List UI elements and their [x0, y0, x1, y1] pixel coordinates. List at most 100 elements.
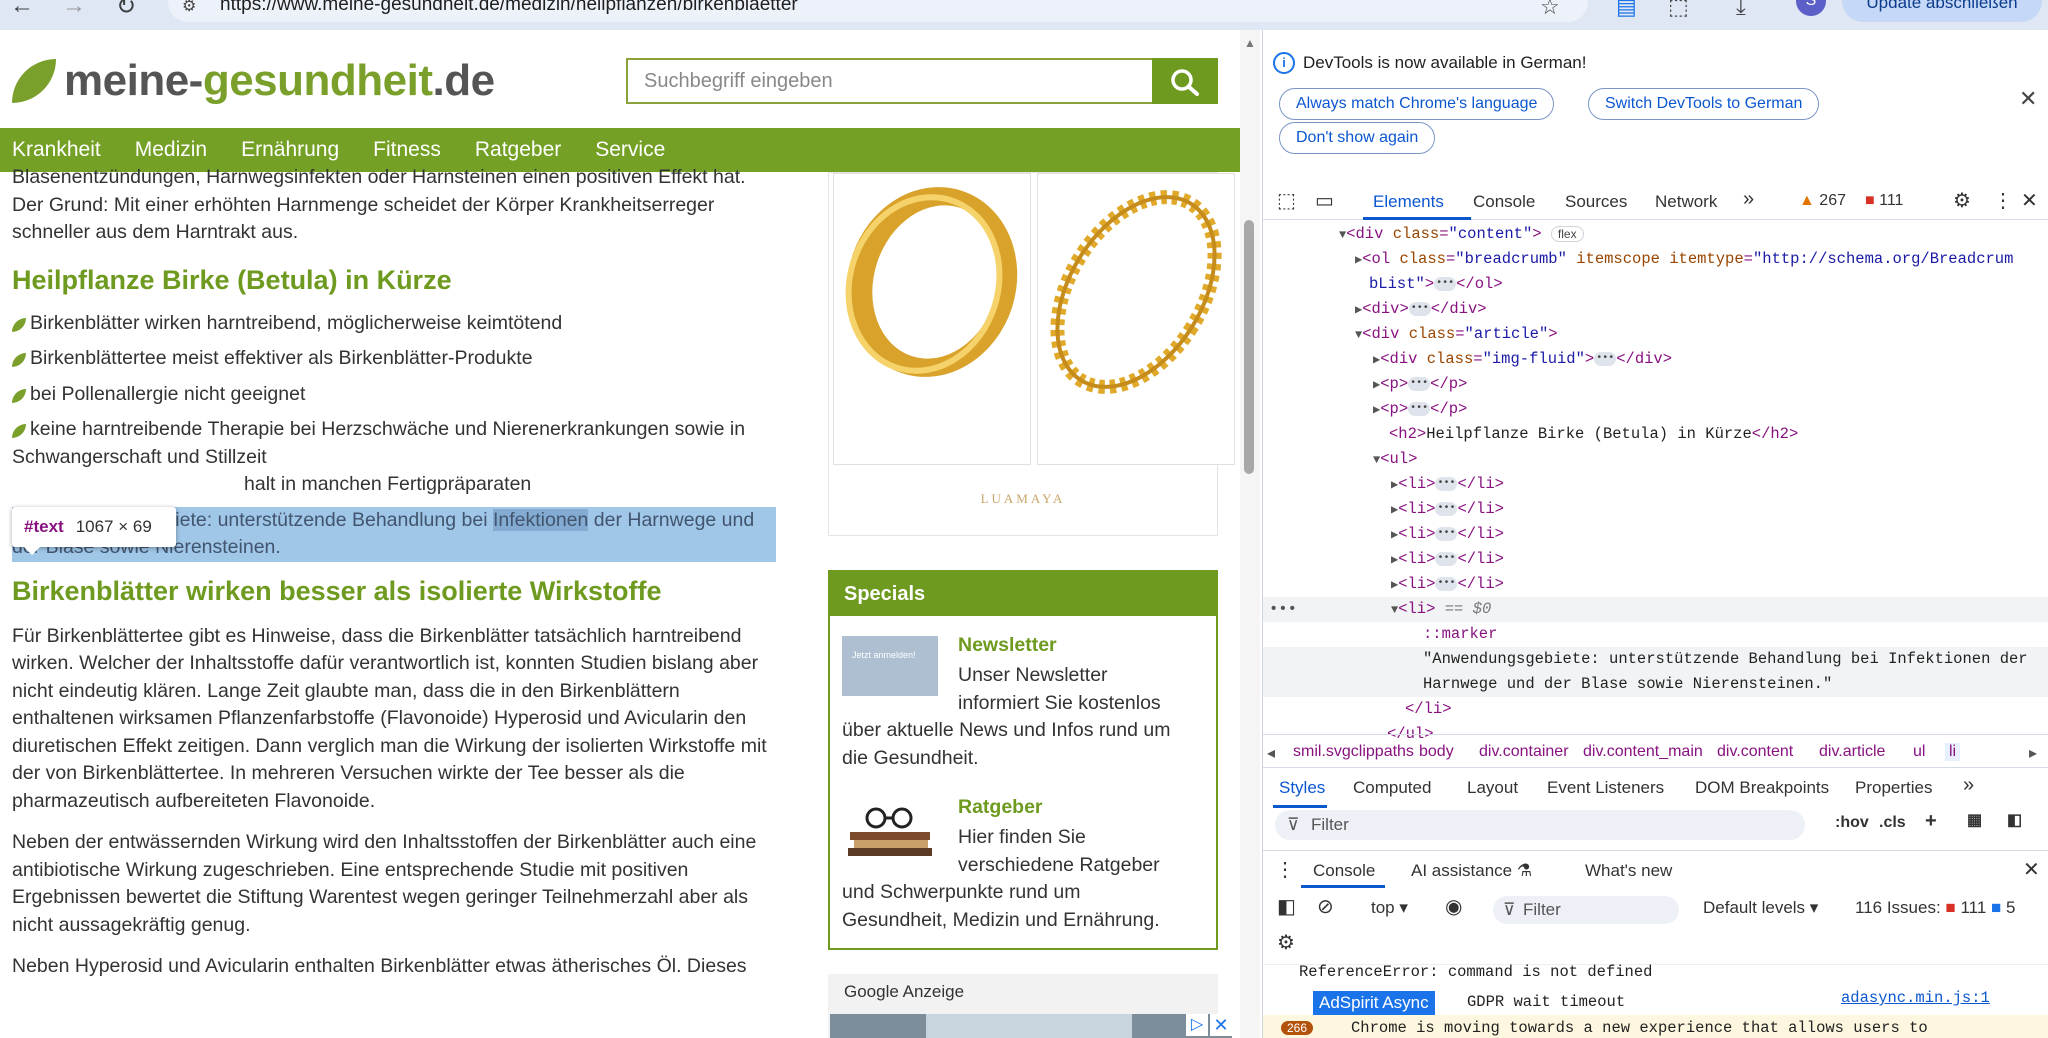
- dom-text-node[interactable]: "Anwendungsgebiete: unterstützende Behan…: [1263, 647, 2048, 672]
- ratgeber-image[interactable]: [842, 798, 938, 858]
- dom-node[interactable]: bList"> ••• </ol>: [1263, 272, 2048, 297]
- hover-state-toggle[interactable]: :hov: [1835, 814, 1869, 832]
- crumb-item[interactable]: div.content_main: [1583, 743, 1703, 761]
- context-selector[interactable]: top ▾: [1371, 898, 1408, 918]
- crumb-item[interactable]: body: [1419, 743, 1454, 761]
- dom-node[interactable]: ▼<div class="article">: [1263, 322, 2048, 347]
- ad-close-icon[interactable]: ✕: [1210, 1014, 1232, 1036]
- clear-console-icon[interactable]: ⊘: [1317, 894, 1334, 919]
- crumb-item[interactable]: smil.svgclippaths: [1293, 743, 1414, 761]
- crumb-item-active[interactable]: li: [1945, 743, 1961, 761]
- tab-layout[interactable]: Layout: [1467, 778, 1518, 798]
- bookmark-star-icon[interactable]: ☆: [1540, 0, 1560, 20]
- site-info-icon[interactable]: ⚙: [182, 0, 196, 16]
- switch-german-button[interactable]: Switch DevTools to German: [1588, 88, 1820, 120]
- tab-elements[interactable]: Elements: [1373, 192, 1444, 212]
- crumb-item[interactable]: div.content: [1717, 743, 1793, 761]
- dom-text-node[interactable]: Harnwege und der Blase sowie Nierenstein…: [1263, 672, 2048, 697]
- close-banner-icon[interactable]: ✕: [2019, 86, 2037, 112]
- issues-counter[interactable]: 116 Issues: ■ 111 ■ 5: [1855, 898, 2016, 918]
- tab-console[interactable]: Console: [1473, 192, 1535, 212]
- match-language-button[interactable]: Always match Chrome's language: [1279, 88, 1555, 120]
- site-search-input[interactable]: Suchbegriff eingeben: [626, 58, 1152, 104]
- ring-product-image[interactable]: [1037, 173, 1235, 465]
- warnings-badge[interactable]: ▲ 267: [1799, 192, 1846, 210]
- log-levels-dropdown[interactable]: Default levels ▾: [1703, 898, 1818, 918]
- source-link[interactable]: adasync.min.js:1: [1841, 989, 1990, 1007]
- dom-node[interactable]: </li>: [1263, 697, 2048, 722]
- sidebar-icon[interactable]: ◧: [1277, 894, 1296, 919]
- dom-node[interactable]: ▶<div class="img-fluid"> ••• </div>: [1263, 347, 2048, 372]
- download-icon[interactable]: ⤓: [1736, 0, 1746, 20]
- styles-filter-input[interactable]: ⊽ Filter: [1275, 810, 1805, 840]
- dom-node[interactable]: ::marker: [1263, 622, 2048, 647]
- dom-node[interactable]: ▼<div class="content"> flex: [1263, 222, 2048, 247]
- site-logo[interactable]: meine-gesundheit.de: [12, 56, 495, 106]
- ring-product-image[interactable]: [833, 173, 1031, 465]
- dom-node[interactable]: ▶<ol class="breadcrumb" itemscope itemty…: [1263, 247, 2048, 272]
- drawer-menu-icon[interactable]: ⋮: [1275, 857, 1295, 882]
- update-button[interactable]: Update abschließen: [1842, 0, 2042, 22]
- dom-node[interactable]: ▶<p> ••• </p>: [1263, 397, 2048, 422]
- extensions-icon[interactable]: ⬚: [1668, 0, 1689, 20]
- newsletter-image[interactable]: Jetzt anmelden!: [842, 636, 938, 696]
- tab-dom-breakpoints[interactable]: DOM Breakpoints: [1695, 778, 1829, 798]
- dom-node[interactable]: ▶<p> ••• </p>: [1263, 372, 2048, 397]
- close-drawer-icon[interactable]: ✕: [2023, 857, 2040, 882]
- paint-icon[interactable]: ▦: [1967, 810, 1982, 830]
- eye-icon[interactable]: ◉: [1445, 894, 1462, 919]
- more-tabs-icon[interactable]: »: [1743, 188, 1754, 211]
- page-scrollbar[interactable]: ▲: [1240, 30, 1260, 1038]
- drawer-tab-console[interactable]: Console: [1313, 861, 1375, 881]
- scroll-up-icon[interactable]: ▲: [1244, 36, 1256, 50]
- jewelry-ad[interactable]: LUAMAYA: [828, 172, 1235, 536]
- adchoices-icon[interactable]: ▷: [1186, 1014, 1208, 1036]
- site-search-button[interactable]: [1152, 58, 1218, 104]
- tab-sources[interactable]: Sources: [1565, 192, 1627, 212]
- dont-show-again-button[interactable]: Don't show again: [1279, 122, 1436, 154]
- tab-styles[interactable]: Styles: [1279, 778, 1325, 798]
- device-toolbar-icon[interactable]: ▭: [1315, 188, 1334, 213]
- new-rule-icon[interactable]: +: [1925, 810, 1937, 833]
- back-icon[interactable]: ←: [10, 0, 34, 20]
- crumb-item[interactable]: ul: [1913, 743, 1925, 761]
- close-devtools-icon[interactable]: ✕: [2021, 188, 2038, 213]
- crumb-item[interactable]: div.article: [1819, 743, 1885, 761]
- forward-icon[interactable]: →: [62, 0, 86, 20]
- crumb-scroll-left-icon[interactable]: ◂: [1267, 743, 1275, 763]
- dom-node[interactable]: ▶<li> ••• </li>: [1263, 547, 2048, 572]
- crumb-scroll-right-icon[interactable]: ▸: [2029, 743, 2037, 763]
- newsletter-link[interactable]: Newsletter: [958, 634, 1057, 657]
- dom-node[interactable]: ▶<div> ••• </div>: [1263, 297, 2048, 322]
- more-options-icon[interactable]: ⋮: [1993, 188, 2013, 213]
- crumb-item[interactable]: div.container: [1479, 743, 1569, 761]
- dom-node[interactable]: ▼<ul>: [1263, 447, 2048, 472]
- console-settings-icon[interactable]: ⚙: [1277, 930, 1295, 955]
- reload-icon[interactable]: ↻: [116, 0, 136, 21]
- drawer-tab-ai[interactable]: AI assistance ⚗: [1411, 861, 1532, 881]
- dom-node[interactable]: ▶<li> ••• </li>: [1263, 572, 2048, 597]
- console-filter-input[interactable]: ⊽ Filter: [1493, 896, 1679, 924]
- inspect-element-icon[interactable]: ⬚: [1277, 188, 1296, 213]
- tab-computed[interactable]: Computed: [1353, 778, 1431, 798]
- tab-properties[interactable]: Properties: [1855, 778, 1932, 798]
- class-toggle[interactable]: .cls: [1879, 814, 1906, 832]
- settings-gear-icon[interactable]: ⚙: [1953, 188, 1971, 213]
- profile-avatar[interactable]: S: [1796, 0, 1826, 16]
- medical-ad-image[interactable]: ▷ ✕: [830, 1014, 1232, 1038]
- drawer-tab-whats-new[interactable]: What's new: [1585, 861, 1672, 881]
- tab-event-listeners[interactable]: Event Listeners: [1547, 778, 1664, 798]
- sidebar-toggle-icon[interactable]: ◧: [2007, 810, 2022, 830]
- dom-node[interactable]: ▶<li> ••• </li>: [1263, 497, 2048, 522]
- more-style-tabs-icon[interactable]: »: [1963, 774, 1974, 797]
- ratgeber-link[interactable]: Ratgeber: [958, 796, 1043, 819]
- dom-node[interactable]: ▶<li> ••• </li>: [1263, 472, 2048, 497]
- dom-node[interactable]: <h2>Heilpflanze Birke (Betula) in Kürze<…: [1263, 422, 2048, 447]
- url-text[interactable]: https://www.meine-gesundheit.de/medizin/…: [220, 0, 798, 16]
- dom-node-selected[interactable]: ••• ▼<li> == $0: [1263, 597, 2048, 622]
- reading-list-icon[interactable]: ▤: [1616, 0, 1637, 20]
- errors-badge[interactable]: ■ 111: [1865, 192, 1903, 210]
- tab-network[interactable]: Network: [1655, 192, 1717, 212]
- dom-node[interactable]: ▶<li> ••• </li>: [1263, 522, 2048, 547]
- scroll-thumb[interactable]: [1244, 220, 1254, 474]
